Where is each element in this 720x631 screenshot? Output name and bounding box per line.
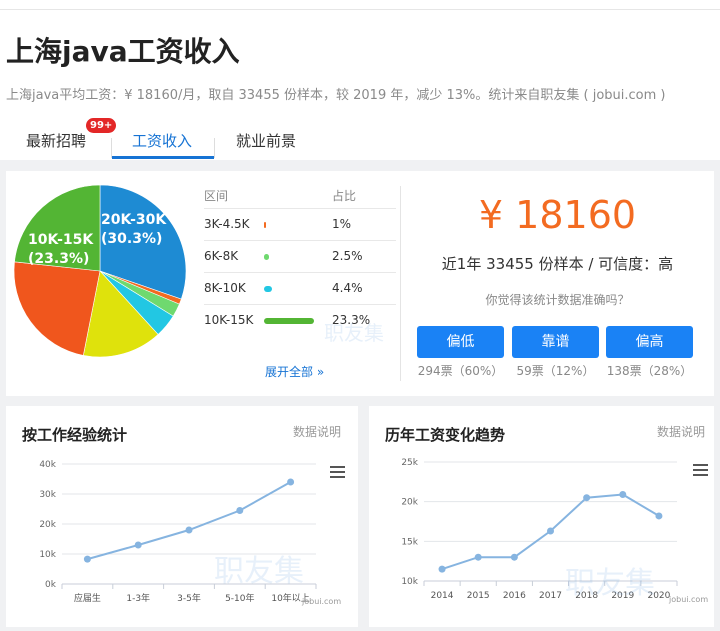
average-salary: ¥ 18160 [478,193,637,237]
column-share: 占比 [332,189,357,203]
x-tick-label: 2014 [431,591,454,601]
share-bar [264,254,269,260]
chart-credit: jobui.com [668,595,708,604]
table-row: 6K-8K 2.5% [204,241,396,273]
row-range: 10K-15K [204,313,254,327]
y-tick-label: 15k [401,537,418,547]
tab-prospects[interactable]: 就业前景 [236,130,296,151]
table-header: 区间 占比 [204,183,396,209]
tab-separator [111,138,112,158]
active-tab-indicator [112,156,214,159]
tab-latest-jobs[interactable]: 最新招聘 [26,130,86,151]
y-tick-label: 20k [39,520,56,530]
experience-chart-card: 按工作经验统计 数据说明 0k 10k 20k 30k 40k 应届生 1-3年 3-5年 5-… [6,406,358,627]
row-range: 8K-10K [204,281,246,295]
salary-summary-text: 上海java平均工资：¥ 18160/月，取自 33455 份样本，较 2019… [6,88,666,103]
y-tick-label: 0k [45,580,57,590]
data-point[interactable] [134,541,142,549]
vote-low-count: 294票（60%） [417,364,504,378]
experience-line-chart: 0k10k20k30k40k应届生 1-3年 3-5年 5-10年 10年以上 jobu… [39,460,341,606]
data-point[interactable] [438,565,446,573]
table-row: 8K-10K 4.4% [204,273,396,305]
y-tick-label: 30k [39,490,56,500]
x-tick-label: 5-10年 [225,592,254,604]
data-point[interactable] [185,526,193,534]
x-tick-label: 1-3年 [126,592,150,604]
pie-label-10k-15k: 10K-15K [28,232,94,248]
row-share: 4.4% [332,281,363,295]
pie-label-10k-15k-pct: (23.3%) [28,251,89,267]
data-point[interactable] [655,512,663,520]
sample-confidence: 近1年 33455 份样本 / 可信度：高 [441,255,674,273]
x-tick-label: 2015 [467,591,490,601]
y-tick-label: 10k [401,577,418,587]
data-point[interactable] [83,555,91,563]
pie-label-20k-30k: 20K-30K [101,212,167,228]
data-point[interactable] [474,553,482,561]
accuracy-question: 你觉得该统计数据准确吗？ [485,293,630,307]
watermark: 职友集 [214,554,304,589]
tab-salary[interactable]: 工资收入 [132,130,192,151]
column-range: 区间 [204,189,229,203]
x-tick-label: 应届生 [74,592,101,604]
data-point[interactable] [583,494,591,502]
y-tick-label: 10k [39,550,56,560]
data-point[interactable] [619,491,627,499]
distribution-table: 区间 占比 3K-4.5K 1% 6K-8K 2.5% 8K-10K 4.4% … [204,183,396,337]
vote-accurate-button[interactable]: 靠谱 [512,326,599,358]
page-title: 上海java工资收入 [6,35,240,68]
row-range: 3K-4.5K [204,217,250,231]
x-tick-label: 2017 [539,591,562,601]
salary-pie-chart: 20K-30K (30.3%) 10K-15K (23.3%) [13,184,187,358]
data-point[interactable] [236,507,244,514]
top-divider [0,9,720,10]
vote-high-button[interactable]: 偏高 [606,326,693,358]
vote-accurate-count: 59票（12%） [516,364,595,378]
row-share: 2.5% [332,249,363,263]
expand-all-link[interactable]: 展开全部 » [265,363,324,380]
x-tick-label: 2016 [503,591,526,601]
row-range: 6K-8K [204,249,239,263]
y-tick-label: 20k [401,498,418,508]
share-bar [264,318,314,324]
row-share: 1% [332,217,352,231]
trend-chart-card: 历年工资变化趋势 数据说明 10k 15k 20k 25k 2014 2015 2016 20… [369,406,714,627]
trend-line-chart: 10k15k20k25k2014 2015 2016 2017 2018 2019 2020… [401,458,708,604]
chart-credit: jobui.com [301,597,341,606]
tab-bar: 最新招聘 99+ 工资收入 就业前景 [0,118,720,160]
salary-distribution-card: 20K-30K (30.3%) 10K-15K (23.3%) 区间 占比 3K… [6,171,714,396]
table-row: 3K-4.5K 1% [204,209,396,241]
vote-high-count: 138票（28%） [606,364,693,378]
job-count-badge: 99+ [86,118,117,133]
share-bar [264,222,266,228]
vote-low-button[interactable]: 偏低 [417,326,504,358]
data-point[interactable] [287,478,295,486]
y-tick-label: 25k [401,458,418,468]
x-tick-label: 3-5年 [177,592,201,604]
pie-label-20k-30k-pct: (30.3%) [101,231,162,247]
y-tick-label: 40k [39,460,56,470]
watermark: 职友集 [565,566,655,601]
data-point[interactable] [547,527,554,535]
watermark: 职友集 [324,321,384,345]
share-bar [264,286,272,292]
tab-separator [214,138,215,158]
data-point[interactable] [510,553,518,561]
